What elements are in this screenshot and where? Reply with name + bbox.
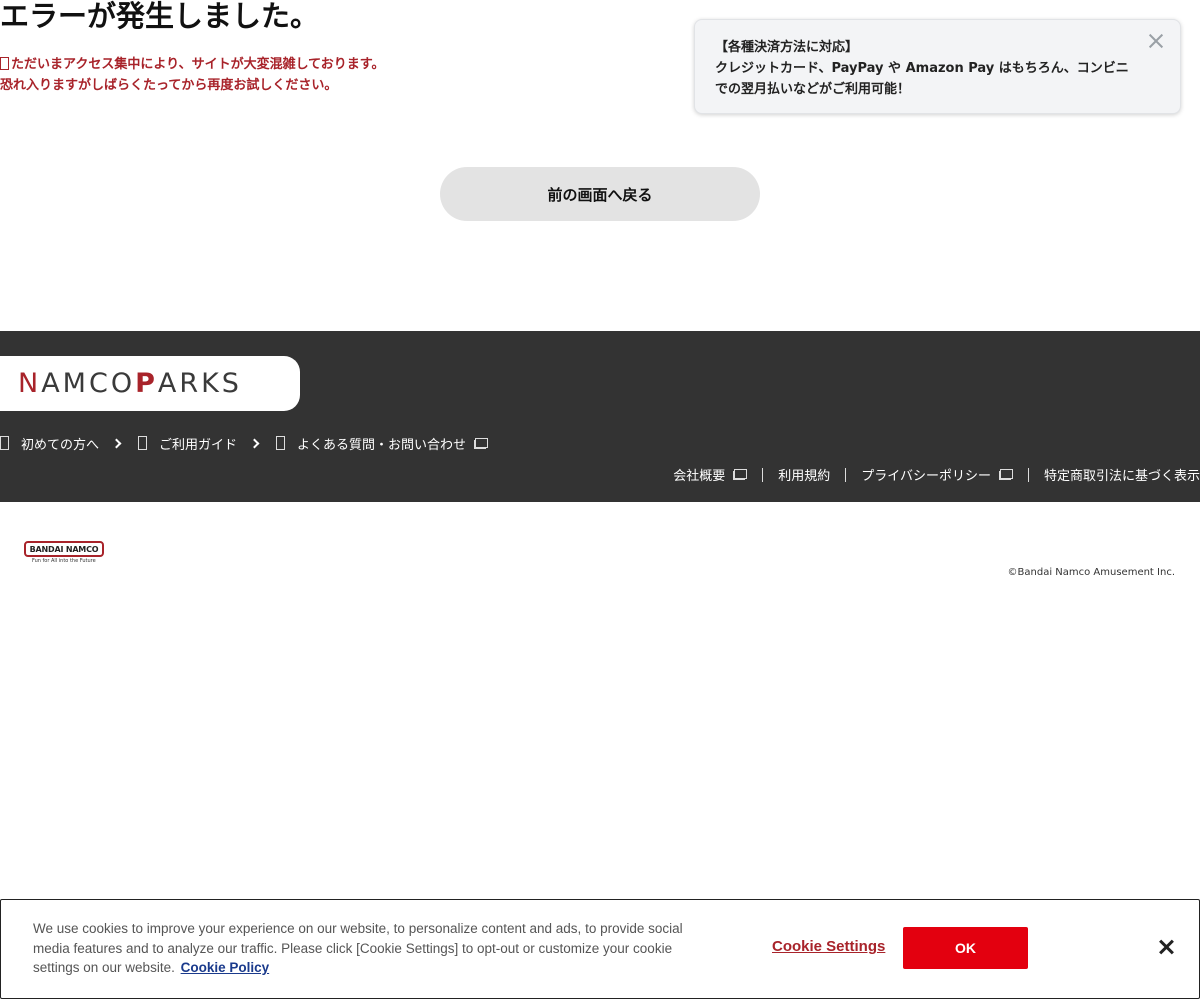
faq-icon: [276, 436, 286, 450]
page: エラーが発生しました。 ただいまアクセス集中により、サイトが大変混雑しております…: [0, 0, 1200, 1000]
cookie-banner: We use cookies to improve your experienc…: [0, 899, 1200, 999]
notice-body: クレジットカード、PayPay や Amazon Pay はもちろん、コンビニで…: [715, 61, 1129, 97]
bandai-namco-logo[interactable]: BANDAI NAMCO Fun for All into the Future: [24, 541, 106, 565]
error-title: エラーが発生しました。: [0, 0, 320, 33]
divider: [762, 467, 764, 482]
logo-text: NAMCOPARKS: [18, 368, 242, 399]
cookie-description: We use cookies to improve your experienc…: [33, 921, 683, 975]
footer-link-privacy[interactable]: プライバシーポリシー: [861, 465, 1013, 484]
notice-title: 【各種決済方法に対応】: [715, 40, 859, 55]
error-message: ただいまアクセス集中により、サイトが大変混雑しております。 恐れ入りますがしばら…: [0, 54, 560, 96]
error-message-line1: ただいまアクセス集中により、サイトが大変混雑しております。: [11, 57, 385, 72]
cookie-policy-link[interactable]: Cookie Policy: [181, 960, 270, 975]
cookie-ok-button[interactable]: OK: [903, 927, 1028, 969]
footer-nav-guide[interactable]: ご利用ガイド: [138, 432, 260, 454]
namco-parks-logo[interactable]: NAMCOPARKS: [0, 356, 300, 411]
footer-link-commercial-law[interactable]: 特定商取引法に基づく表示: [1044, 465, 1200, 484]
copyright: ©Bandai Namco Amusement Inc.: [1007, 567, 1175, 578]
cookie-settings-button[interactable]: Cookie Settings: [772, 938, 885, 955]
error-message-line2: 恐れ入りますがしばらくたってから再度お試しください。: [0, 78, 338, 93]
footer-nav-label: ご利用ガイド: [159, 437, 238, 453]
divider: [1027, 467, 1029, 482]
footer-nav-label: 初めての方へ: [21, 437, 100, 453]
chevron-right-icon: [249, 438, 260, 448]
notice-close-icon[interactable]: [1147, 32, 1165, 50]
external-link-icon: [733, 469, 748, 480]
cookie-text: We use cookies to improve your experienc…: [33, 919, 713, 978]
chevron-right-icon: [111, 438, 122, 448]
divider: [845, 467, 847, 482]
external-link-icon: [474, 437, 489, 449]
footer-nav-faq[interactable]: よくある質問・お問い合わせ: [276, 432, 489, 454]
beginner-icon: [0, 436, 9, 450]
footer-link-terms[interactable]: 利用規約: [778, 465, 830, 484]
footer: NAMCOPARKS 初めての方へ ご利用ガイド よくある質問・お問い合わせ 会…: [0, 331, 1200, 502]
footer-link-company[interactable]: 会社概要: [673, 465, 748, 484]
footer-links: 会社概要 利用規約 プライバシーポリシー 特定商取引法に基づく表示: [673, 465, 1200, 484]
footer-nav-label: よくある質問・お問い合わせ: [297, 437, 467, 453]
external-link-icon: [998, 469, 1013, 480]
bandai-namco-tagline: Fun for All into the Future: [32, 558, 96, 564]
guide-icon: [138, 436, 148, 450]
warning-icon: [0, 57, 9, 70]
footer-nav-first-time[interactable]: 初めての方へ: [0, 432, 122, 454]
back-button[interactable]: 前の画面へ戻る: [440, 167, 760, 221]
cookie-close-icon[interactable]: [1159, 939, 1175, 955]
payment-notice-popup: 【各種決済方法に対応】 クレジットカード、PayPay や Amazon Pay…: [694, 19, 1181, 114]
footer-nav: 初めての方へ ご利用ガイド よくある質問・お問い合わせ: [0, 432, 506, 454]
bandai-namco-logo-text: BANDAI NAMCO: [24, 541, 104, 557]
